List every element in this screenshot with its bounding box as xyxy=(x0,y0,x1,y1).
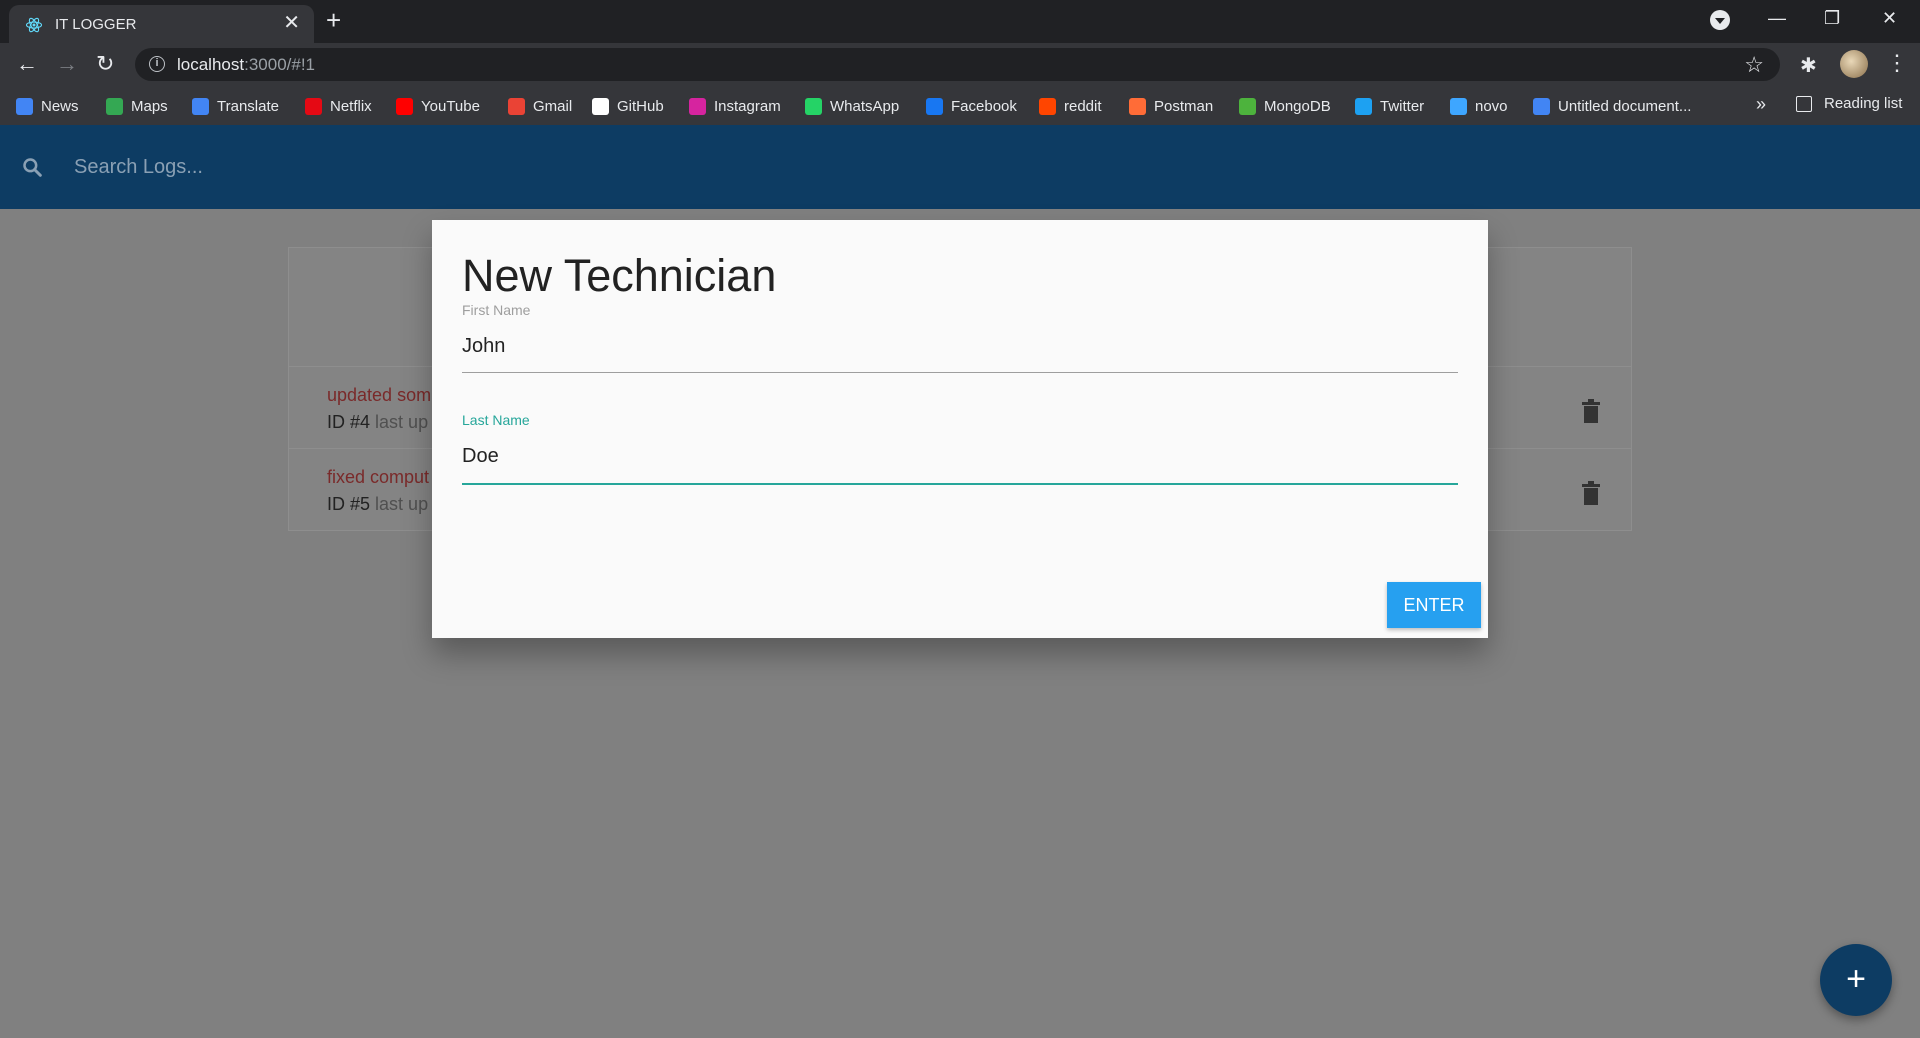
more-bookmarks-icon[interactable]: » xyxy=(1756,94,1766,115)
delete-icon[interactable] xyxy=(1581,399,1601,423)
postman-icon xyxy=(1129,97,1146,115)
facebook-icon xyxy=(926,97,943,115)
site-info-icon[interactable]: i xyxy=(149,56,165,72)
log-message[interactable]: fixed comput xyxy=(327,467,429,488)
mongodb-icon xyxy=(1239,97,1256,115)
log-meta: ID #4 last up xyxy=(327,412,429,432)
bookmark-facebook[interactable]: Facebook xyxy=(926,95,1017,117)
bookmark-gmail[interactable]: Gmail xyxy=(508,95,572,117)
bookmark-netflix[interactable]: Netflix xyxy=(305,95,372,117)
new-technician-modal: New Technician First Name Last Name ENTE… xyxy=(432,220,1488,638)
youtube-icon xyxy=(396,97,413,115)
bookmarks-bar: News Maps Translate Netflix YouTube Gmai… xyxy=(0,86,1920,125)
last-name-input[interactable] xyxy=(462,436,1458,476)
profile-avatar[interactable] xyxy=(1840,50,1868,78)
log-message[interactable]: updated som xyxy=(327,385,431,406)
url-text[interactable]: localhost:3000/#!1 xyxy=(177,55,315,75)
last-name-underline xyxy=(462,483,1458,485)
first-name-underline xyxy=(462,372,1458,373)
tab-title: IT LOGGER xyxy=(55,16,137,33)
whatsapp-icon xyxy=(805,97,822,115)
bookmark-news[interactable]: News xyxy=(16,95,79,117)
bookmark-reddit[interactable]: reddit xyxy=(1039,95,1102,117)
bookmark-postman[interactable]: Postman xyxy=(1129,95,1213,117)
minimize-button[interactable]: — xyxy=(1768,6,1786,30)
novo-icon xyxy=(1450,97,1467,115)
github-icon xyxy=(592,97,609,115)
bookmark-whatsapp[interactable]: WhatsApp xyxy=(805,95,899,117)
app-search-bar xyxy=(0,125,1920,209)
first-name-input[interactable] xyxy=(462,326,1458,366)
modal-title: New Technician xyxy=(462,250,777,301)
docs-icon xyxy=(1533,97,1550,115)
bookmark-github[interactable]: GitHub xyxy=(592,95,664,117)
close-window-button[interactable]: ✕ xyxy=(1882,6,1897,30)
search-icon xyxy=(23,158,42,177)
bookmark-mongodb[interactable]: MongoDB xyxy=(1239,95,1331,117)
browser-tab-bar: IT LOGGER ✕ + — ❐ ✕ xyxy=(0,0,1920,43)
enter-button[interactable]: ENTER xyxy=(1387,582,1481,628)
reddit-icon xyxy=(1039,97,1056,115)
instagram-icon xyxy=(689,97,706,115)
reload-icon[interactable]: ↻ xyxy=(96,52,114,76)
react-icon xyxy=(25,17,43,33)
bookmark-maps[interactable]: Maps xyxy=(106,95,168,117)
maps-icon xyxy=(106,97,123,115)
bookmark-untitled-document[interactable]: Untitled document... xyxy=(1533,95,1691,117)
browser-toolbar: ← → ↻ i localhost:3000/#!1 ☆ ✱ ⋮ xyxy=(0,43,1920,86)
log-meta: ID #5 last up xyxy=(327,494,429,514)
forward-icon[interactable]: → xyxy=(56,52,78,76)
extensions-icon[interactable]: ✱ xyxy=(1800,53,1817,78)
new-tab-button[interactable]: + xyxy=(326,7,341,33)
browser-tab[interactable]: IT LOGGER ✕ xyxy=(9,5,314,43)
twitter-icon xyxy=(1355,97,1372,115)
bookmark-translate[interactable]: Translate xyxy=(192,95,279,117)
first-name-label: First Name xyxy=(462,302,531,318)
bookmark-star-icon[interactable]: ☆ xyxy=(1744,52,1764,78)
gmail-icon xyxy=(508,97,525,115)
bookmark-youtube[interactable]: YouTube xyxy=(396,95,480,117)
reading-list-button[interactable]: Reading list xyxy=(1796,95,1902,112)
maximize-button[interactable]: ❐ xyxy=(1824,6,1840,30)
add-button[interactable]: + xyxy=(1820,944,1892,1016)
bookmark-novo[interactable]: novo xyxy=(1450,95,1508,117)
translate-icon xyxy=(192,97,209,115)
close-tab-icon[interactable]: ✕ xyxy=(283,13,300,33)
browser-menu-icon[interactable]: ⋮ xyxy=(1886,51,1908,75)
netflix-icon xyxy=(305,97,322,115)
reading-list-icon xyxy=(1796,95,1812,112)
tab-search-icon[interactable] xyxy=(1710,10,1730,30)
bookmark-twitter[interactable]: Twitter xyxy=(1355,95,1424,117)
search-logs-input[interactable] xyxy=(74,153,1574,181)
delete-icon[interactable] xyxy=(1581,481,1601,505)
last-name-label: Last Name xyxy=(462,412,530,428)
address-bar[interactable]: i localhost:3000/#!1 ☆ xyxy=(135,48,1780,81)
bookmark-instagram[interactable]: Instagram xyxy=(689,95,781,117)
news-icon xyxy=(16,97,33,115)
back-icon[interactable]: ← xyxy=(16,52,38,76)
